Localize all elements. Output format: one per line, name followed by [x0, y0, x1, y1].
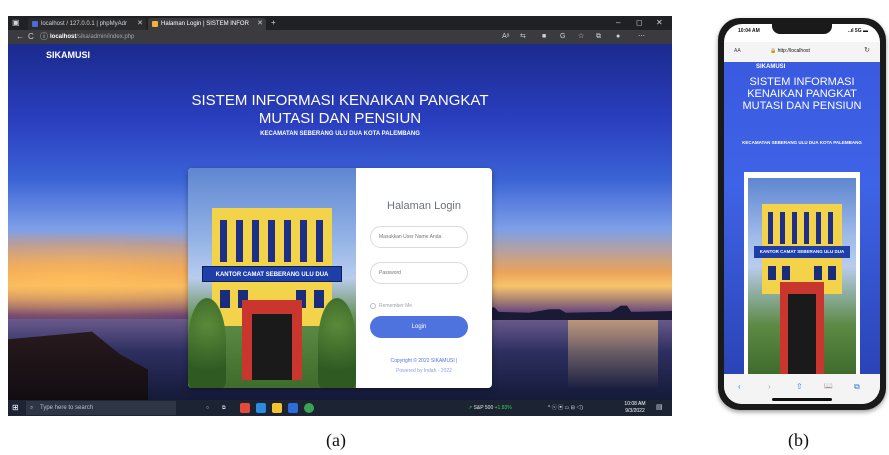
close-tab-icon[interactable]: ✕ — [257, 18, 263, 30]
phone-screenshot: 10:04 AM ..ıl 5G ▬ AA 🔒 http://localhost… — [718, 18, 886, 410]
tab-phpmyadmin[interactable]: localhost / 127.0.0.1 | phpMyAdr ✕ — [28, 18, 146, 30]
phone-web-page: SIKAMUSI SISTEM INFORMASI KENAIKAN PANGK… — [724, 62, 880, 374]
copyright-text: Copyright © 2022 SIKAMUSI | — [390, 358, 458, 364]
collections-icon[interactable]: ⧉ — [596, 30, 601, 44]
window-menu-icon[interactable]: ▣ — [12, 16, 20, 30]
url-field[interactable]: localhost/sika/admin/index.php — [50, 30, 134, 44]
building-sign: KANTOR CAMAT SEBERANG ULU DUA — [202, 266, 342, 282]
clock-time: 10:08 AM — [624, 401, 646, 407]
bookmarks-icon[interactable]: 📖 — [824, 382, 833, 390]
cortana-icon[interactable]: ○ — [206, 400, 209, 416]
caption-a: (a) — [326, 430, 346, 450]
search-icon: ⌕ — [30, 405, 34, 411]
page-favicon-icon — [152, 21, 158, 27]
phone-building-sign: KANTOR CAMAT SEBERANG ULU DUA — [754, 246, 850, 258]
home-indicator — [772, 398, 832, 401]
task-view-icon[interactable]: ⧉ — [222, 400, 226, 416]
page-subtitle: KECAMATAN SEBERANG ULU DUA KOTA PALEMBAN… — [260, 131, 420, 137]
page-title-line1: SISTEM INFORMASI KENAIKAN PANGKAT — [191, 92, 489, 109]
phone-screen: 10:04 AM ..ıl 5G ▬ AA 🔒 http://localhost… — [724, 24, 880, 404]
phone-address: 🔒 http://localhost — [770, 48, 810, 54]
reader-settings-icon[interactable]: AA — [734, 48, 741, 54]
browser-tab-bar: ▣ localhost / 127.0.0.1 | phpMyAdr ✕ Hal… — [8, 16, 672, 30]
phone-back-icon[interactable]: ‹ — [738, 382, 741, 391]
stock-widget[interactable]: ↗ S&P 500 +1.83% — [468, 400, 512, 416]
desktop-screenshot: ▣ localhost / 127.0.0.1 | phpMyAdr ✕ Hal… — [8, 16, 672, 416]
app-icon[interactable] — [240, 403, 250, 413]
tab-label: localhost / 127.0.0.1 | phpMyAdr — [41, 21, 127, 27]
remember-me-label: Remember Me — [379, 303, 413, 309]
close-tab-icon[interactable]: ✕ — [137, 18, 143, 30]
password-input[interactable] — [370, 262, 468, 284]
lock-icon: 🔒 — [770, 48, 777, 54]
phpmyadmin-favicon-icon — [32, 21, 38, 27]
remember-me-checkbox[interactable]: Remember Me — [370, 302, 412, 310]
phone-reload-icon[interactable]: ↻ — [864, 46, 870, 54]
windows-start-icon[interactable]: ⊞ — [12, 403, 19, 412]
tab-label: Halaman Login | SISTEM INFOR — [161, 21, 249, 27]
reload-icon[interactable]: C — [28, 30, 34, 44]
phone-site-brand[interactable]: SIKAMUSI — [756, 64, 785, 70]
clock-date: 9/3/2022 — [625, 408, 645, 414]
share-icon[interactable]: ⇧ — [796, 382, 803, 391]
close-window-button[interactable]: ✕ — [656, 16, 663, 30]
refresh-icon[interactable]: G — [560, 30, 565, 44]
taskbar-search[interactable]: ⌕ Type here to search — [26, 401, 176, 415]
system-tray-icons[interactable]: ^ ⓢ ▣ ▭ ⊟ ◁) — [548, 400, 583, 416]
login-card: KANTOR CAMAT SEBERANG ULU DUA Halaman Lo… — [188, 168, 492, 388]
checkbox-icon[interactable] — [370, 302, 376, 309]
water-reflection — [568, 319, 658, 389]
phone-building-photo: KANTOR CAMAT SEBERANG ULU DUA — [748, 178, 856, 374]
taskbar-clock[interactable]: 10:08 AM 9/3/2022 — [620, 401, 650, 415]
palm-plant — [318, 298, 356, 388]
file-explorer-icon[interactable] — [272, 403, 282, 413]
edge-browser-icon[interactable] — [256, 403, 266, 413]
stock-change: +1.83% — [494, 405, 512, 411]
vscode-icon[interactable] — [288, 403, 298, 413]
username-input[interactable] — [370, 226, 468, 248]
profile-icon[interactable]: ● — [616, 30, 620, 44]
url-path: /sika/admin/index.php — [76, 34, 135, 40]
url-host: localhost — [50, 34, 77, 40]
login-heading: Halaman Login — [387, 200, 461, 212]
page-title-line2: MUTASI DAN PENSIUN — [258, 110, 422, 127]
phone-url-bar[interactable]: AA 🔒 http://localhost ↻ — [724, 42, 880, 62]
office-building-photo: KANTOR CAMAT SEBERANG ULU DUA — [188, 168, 356, 388]
powered-by-text: Powered by Indah - 2022 — [396, 368, 452, 374]
building-upper-floor — [212, 208, 332, 268]
phone-forward-icon[interactable]: › — [768, 382, 771, 391]
caption-b: (b) — [788, 430, 809, 450]
city-skyline — [468, 305, 672, 320]
phone-notch — [772, 24, 832, 34]
chrome-icon[interactable] — [304, 403, 314, 413]
site-brand[interactable]: SIKAMUSI — [46, 50, 90, 60]
login-button[interactable]: Login — [370, 316, 468, 338]
windows-taskbar: ⊞ ⌕ Type here to search ○ ⧉ ↗ S&P 500 +1… — [8, 400, 672, 416]
phone-status-time: 10:04 AM — [738, 28, 760, 34]
minimize-button[interactable]: – — [616, 16, 620, 30]
phone-page-subtitle: KECAMATAN SEBERANG ULU DUA KOTA PALEMBAN… — [742, 140, 862, 145]
maximize-button[interactable]: ◻ — [636, 16, 643, 30]
notification-icon[interactable]: ▤ — [656, 400, 663, 416]
web-page: SIKAMUSI SISTEM INFORMASI KENAIKAN PANGK… — [8, 44, 672, 400]
extension-icon[interactable]: ■ — [542, 30, 546, 44]
site-info-icon[interactable]: ⓘ — [40, 30, 48, 44]
tabs-icon[interactable]: ⧉ — [854, 382, 860, 392]
translate-icon[interactable]: ⇆ — [520, 30, 526, 44]
browser-address-bar: ← C ⓘ localhost/sika/admin/index.php Aᵃ … — [8, 30, 672, 44]
new-tab-button[interactable]: + — [271, 16, 276, 30]
stock-label: S&P 500 — [473, 405, 494, 411]
reader-icon[interactable]: Aᵃ — [502, 30, 509, 44]
building-entrance — [242, 300, 302, 380]
tab-halaman-login[interactable]: Halaman Login | SISTEM INFOR ✕ — [148, 18, 266, 30]
palm-plant — [188, 298, 226, 388]
back-arrow-icon[interactable]: ← — [16, 30, 24, 44]
favorites-icon[interactable]: ☆ — [578, 30, 584, 44]
signal-battery-icon: ..ıl 5G ▬ — [847, 28, 868, 34]
taskbar-search-placeholder: Type here to search — [40, 405, 94, 411]
phone-page-title: SISTEM INFORMASI KENAIKAN PANGKAT MUTASI… — [742, 76, 862, 112]
stock-trend-icon: ↗ — [468, 405, 473, 411]
more-icon[interactable]: ⋯ — [638, 30, 645, 44]
phone-login-card: KANTOR CAMAT SEBERANG ULU DUA — [744, 172, 860, 374]
